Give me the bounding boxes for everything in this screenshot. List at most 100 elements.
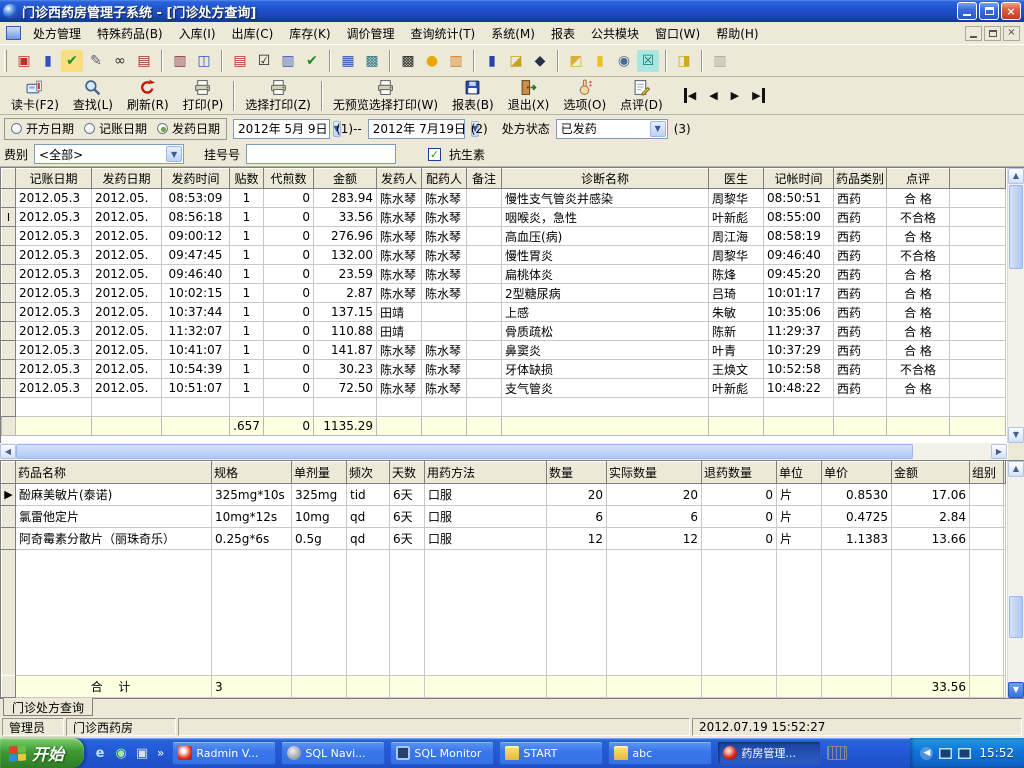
column-header[interactable]: 规格 xyxy=(211,461,292,484)
grid-cell[interactable] xyxy=(969,505,1004,528)
scroll-track[interactable] xyxy=(1008,477,1024,682)
grid-cell[interactable] xyxy=(346,675,390,698)
grid-cell[interactable]: 2012.05. xyxy=(91,264,162,284)
column-header[interactable]: 频次 xyxy=(346,461,390,484)
minimize-button[interactable] xyxy=(957,2,977,20)
grid-cell[interactable]: 陈水琴 xyxy=(421,188,467,208)
row-selector[interactable] xyxy=(1,226,16,246)
grid-cell[interactable]: 合 格 xyxy=(886,264,950,284)
grid-cell[interactable]: 2012.05. xyxy=(91,207,162,227)
grid-cell[interactable]: 0 xyxy=(701,505,777,528)
grid-cell[interactable]: 片 xyxy=(776,527,822,550)
grid-cell[interactable]: 0.4725 xyxy=(821,505,892,528)
find-button[interactable]: 查找(L) xyxy=(66,78,120,114)
grid-cell[interactable]: 10mg*12s xyxy=(211,505,292,528)
row-selector[interactable] xyxy=(1,340,16,360)
grid-cell[interactable] xyxy=(886,397,950,417)
row-selector[interactable] xyxy=(1,264,16,284)
grid-cell[interactable] xyxy=(15,416,92,436)
grid-cell[interactable]: 0 xyxy=(263,378,314,398)
grid-cell[interactable]: 2012.05. xyxy=(91,359,162,379)
grid-cell[interactable]: 6 xyxy=(546,505,607,528)
grid-cell[interactable]: 陈水琴 xyxy=(376,226,422,246)
grid-cell[interactable] xyxy=(291,675,347,698)
grid-cell[interactable]: 33.56 xyxy=(313,207,377,227)
grid-cell[interactable]: qd xyxy=(346,505,390,528)
row-selector[interactable] xyxy=(1,283,16,303)
grid-cell[interactable]: 0 xyxy=(263,283,314,303)
table-row[interactable]: 2012.05.3 2012.05. 09:47:45 1 0 132.00 陈水琴 陈水琴慢… xyxy=(1,245,1006,265)
send-folder-icon[interactable]: ◨ xyxy=(673,50,695,72)
grid-cell[interactable]: 2012.05.3 xyxy=(15,302,92,322)
keyboard-language-icon[interactable] xyxy=(827,746,848,760)
row-selector[interactable] xyxy=(1,302,16,322)
column-header[interactable]: 金额 xyxy=(891,461,970,484)
grid-cell[interactable] xyxy=(969,675,1004,698)
column-header[interactable]: 记帐时间 xyxy=(763,168,834,189)
grid-cell[interactable] xyxy=(969,527,1004,550)
grid-cell[interactable] xyxy=(291,549,347,676)
row-selector[interactable] xyxy=(1,549,16,676)
grid-cell[interactable]: 西药 xyxy=(833,302,887,322)
grid-cell[interactable] xyxy=(161,397,230,417)
ie-icon[interactable]: e xyxy=(92,745,108,761)
grid-cell[interactable]: 0 xyxy=(263,359,314,379)
grid-cell[interactable] xyxy=(776,549,822,676)
grid-cell[interactable] xyxy=(606,675,702,698)
column-header[interactable]: 医生 xyxy=(708,168,764,189)
find-record-icon[interactable]: ◆ xyxy=(529,50,551,72)
grid-cell[interactable] xyxy=(263,397,314,417)
grid-cell[interactable]: 扁桃体炎 xyxy=(501,264,709,284)
row-selector[interactable] xyxy=(1,359,16,379)
book-search-icon[interactable]: ▥ xyxy=(169,50,191,72)
grid-cell[interactable] xyxy=(466,283,502,303)
scroll-thumb[interactable] xyxy=(16,444,913,459)
grid-cell[interactable] xyxy=(421,321,467,341)
column-header[interactable]: 组别 xyxy=(969,461,1004,484)
grid-cell[interactable]: 1 xyxy=(229,264,264,284)
calendar-report-icon[interactable]: ▩ xyxy=(361,50,383,72)
select-print-button[interactable]: 选择打印(Z) xyxy=(238,78,318,114)
grid-cell[interactable]: 6 xyxy=(606,505,702,528)
table-row[interactable]: 2012.05.3 2012.05. 10:41:07 1 0 141.87 陈水琴 陈水琴鼻… xyxy=(1,340,1006,360)
antibiotic-checkbox[interactable] xyxy=(428,147,442,161)
grid-cell[interactable]: 片 xyxy=(776,505,822,528)
grid-cell[interactable]: 325mg xyxy=(291,483,347,506)
grid-cell[interactable] xyxy=(466,302,502,322)
tab-prescription-query[interactable]: 门诊处方查询 xyxy=(3,698,94,716)
grid-cell[interactable]: 0 xyxy=(263,264,314,284)
grid-cell[interactable]: 酚麻美敏片(泰诺) xyxy=(15,483,212,506)
table-row[interactable] xyxy=(1,397,1006,417)
scroll-thumb[interactable] xyxy=(1009,595,1023,638)
radio-prescribe-date[interactable]: 开方日期 xyxy=(11,120,74,137)
grid-cell[interactable] xyxy=(833,397,887,417)
table-row[interactable]: 2012.05.3 2012.05. 09:46:40 1 0 23.59 陈水琴 陈水琴 扁桃… xyxy=(1,264,1006,284)
menu-item[interactable]: 出库(C) xyxy=(224,23,282,44)
grid-cell[interactable]: 08:58:19 xyxy=(763,226,834,246)
grid-cell[interactable]: 陈水琴 xyxy=(421,340,467,360)
grid-cell[interactable]: 西药 xyxy=(833,264,887,284)
grid-cell[interactable]: 西药 xyxy=(833,245,887,265)
radio-booking-date[interactable]: 记账日期 xyxy=(84,120,147,137)
grid-cell[interactable] xyxy=(229,397,264,417)
grid-cell[interactable]: 2012.05. xyxy=(91,378,162,398)
column-header[interactable]: 数量 xyxy=(546,461,607,484)
mdi-close-button[interactable]: × xyxy=(1003,25,1020,41)
grid-cell[interactable]: 叶青 xyxy=(708,340,764,360)
grid-cell[interactable]: 合 格 xyxy=(886,321,950,341)
grid-cell[interactable]: 陈水琴 xyxy=(376,378,422,398)
task-start-folder[interactable]: START xyxy=(499,741,604,765)
row-selector[interactable]: I xyxy=(1,207,16,227)
grid-cell[interactable] xyxy=(376,416,422,436)
grid-cell[interactable]: 西药 xyxy=(833,378,887,398)
grid-cell[interactable]: 西药 xyxy=(833,321,887,341)
grid-cell[interactable]: 合 格 xyxy=(886,378,950,398)
grid-cell[interactable]: 08:56:18 xyxy=(161,207,230,227)
grid-cell[interactable]: 12 xyxy=(546,527,607,550)
grid-cell[interactable] xyxy=(606,549,702,676)
grid-cell[interactable]: 牙体缺损 xyxy=(501,359,709,379)
grid-cell[interactable] xyxy=(421,397,467,417)
grid-cell[interactable]: 陈水琴 xyxy=(376,207,422,227)
grid-cell[interactable]: 不合格 xyxy=(886,207,950,227)
grid-cell[interactable]: 13.66 xyxy=(891,527,970,550)
